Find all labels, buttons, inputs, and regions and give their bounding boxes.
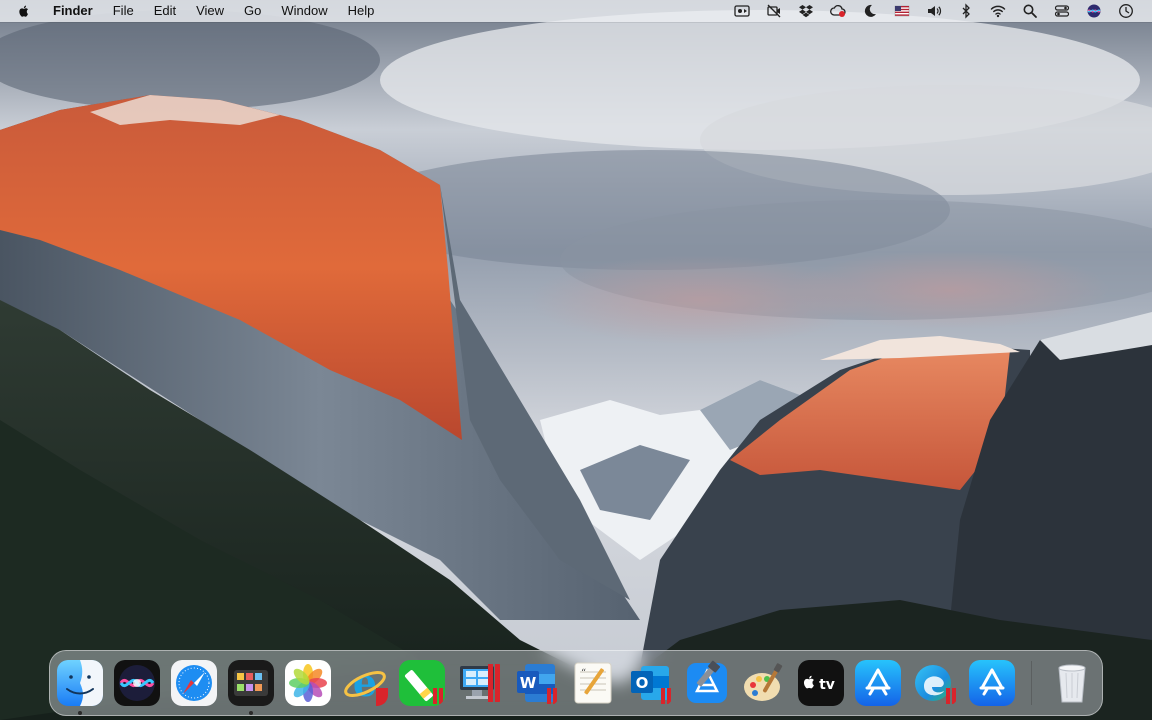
word-icon[interactable]: W (513, 660, 559, 706)
us-flag-icon[interactable] (891, 0, 913, 22)
svg-text:e: e (353, 660, 377, 705)
photos-icon[interactable] (285, 660, 331, 706)
safari-icon[interactable] (171, 660, 217, 706)
bluetooth-icon[interactable] (955, 0, 977, 22)
menu-bar: Finder File Edit View Go Window Help (0, 0, 1152, 22)
app-store-icon[interactable] (855, 660, 901, 706)
edge-icon[interactable] (912, 660, 958, 706)
wifi-icon[interactable] (987, 0, 1009, 22)
menu-go[interactable]: Go (234, 0, 271, 22)
outlook-icon[interactable]: O (627, 660, 673, 706)
siri-icon[interactable] (114, 660, 160, 706)
finder-icon[interactable] (57, 660, 103, 706)
xcode-icon[interactable] (684, 660, 730, 706)
menu-file[interactable]: File (103, 0, 144, 22)
photo-booth-icon[interactable] (228, 660, 274, 706)
photo-booth-running-indicator (249, 711, 253, 715)
menu-edit[interactable]: Edit (144, 0, 186, 22)
paint-icon[interactable] (741, 660, 787, 706)
trash-icon[interactable] (1049, 660, 1095, 706)
app-store-icon[interactable] (969, 660, 1015, 706)
clock-icon[interactable] (1115, 0, 1137, 22)
screen-record-icon[interactable] (731, 0, 753, 22)
volume-icon[interactable] (923, 0, 945, 22)
menu-bar-status-area (726, 0, 1152, 22)
svg-text:W: W (520, 674, 537, 692)
menu-bar-left: Finder File Edit View Go Window Help (0, 0, 384, 22)
textedit-icon[interactable]: “ (570, 660, 616, 706)
moon-icon[interactable] (859, 0, 881, 22)
dock: e W “ O tv (49, 650, 1103, 716)
windows-vm-icon[interactable] (456, 660, 502, 706)
siri-icon[interactable] (1083, 0, 1105, 22)
menu-app-name[interactable]: Finder (49, 0, 103, 22)
menu-window[interactable]: Window (271, 0, 337, 22)
search-icon[interactable] (1019, 0, 1041, 22)
camera-off-icon[interactable] (763, 0, 785, 22)
apple-tv-label: tv (819, 677, 835, 693)
menu-view[interactable]: View (186, 0, 234, 22)
svg-text:O: O (636, 674, 649, 692)
menu-help[interactable]: Help (338, 0, 385, 22)
finder-running-indicator (78, 711, 82, 715)
dock-divider (1031, 661, 1032, 705)
apple-menu-icon[interactable] (17, 2, 35, 20)
control-center-icon[interactable] (1051, 0, 1073, 22)
apple-tv-icon[interactable]: tv (798, 660, 844, 706)
desktop-wallpaper (0, 0, 1152, 720)
internet-explorer-icon[interactable]: e (342, 660, 388, 706)
svg-text:“: “ (581, 668, 586, 679)
dropbox-icon[interactable] (795, 0, 817, 22)
notepad-icon[interactable] (399, 660, 445, 706)
cloud-sync-icon[interactable] (827, 0, 849, 22)
